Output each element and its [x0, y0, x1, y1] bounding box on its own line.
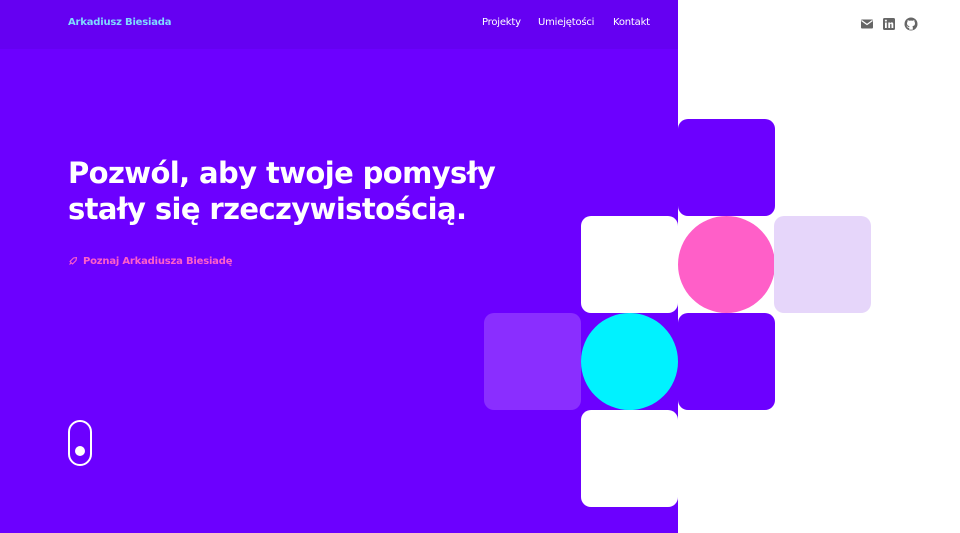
deco-circle-cyan [581, 313, 678, 410]
nav-link-umiejetnosci[interactable]: Umiejętości [538, 17, 594, 28]
headline-line-2: stały się rzeczywistością. [68, 192, 467, 226]
linkedin-icon[interactable] [882, 17, 896, 31]
deco-tile-violet [484, 313, 581, 410]
scroll-indicator[interactable] [68, 420, 92, 466]
scroll-dot [75, 446, 85, 456]
nav-link-projekty[interactable]: Projekty [482, 17, 521, 28]
github-icon[interactable] [904, 17, 918, 31]
hero-headline: Pozwól, aby twoje pomysły stały się rzec… [68, 155, 508, 227]
deco-tile-white-left [581, 216, 678, 313]
deco-tile-purple-bottom [678, 313, 775, 410]
deco-circle-pink [678, 216, 775, 313]
about-cta-link[interactable]: Poznaj Arkadiusza Biesiadę [68, 254, 232, 268]
headline-line-1: Pozwól, aby twoje pomysły [68, 156, 496, 190]
mail-icon[interactable] [860, 17, 874, 31]
deco-tile-purple-top [678, 119, 775, 216]
deco-tile-lilac [774, 216, 871, 313]
cta-label: Poznaj Arkadiusza Biesiadę [83, 255, 233, 267]
nav-link-kontakt[interactable]: Kontakt [613, 17, 650, 28]
brand-logo-link[interactable]: Arkadiusz Biesiada [68, 17, 171, 28]
deco-tile-white-bottom [581, 410, 678, 507]
hand-pointer-icon [68, 256, 78, 266]
